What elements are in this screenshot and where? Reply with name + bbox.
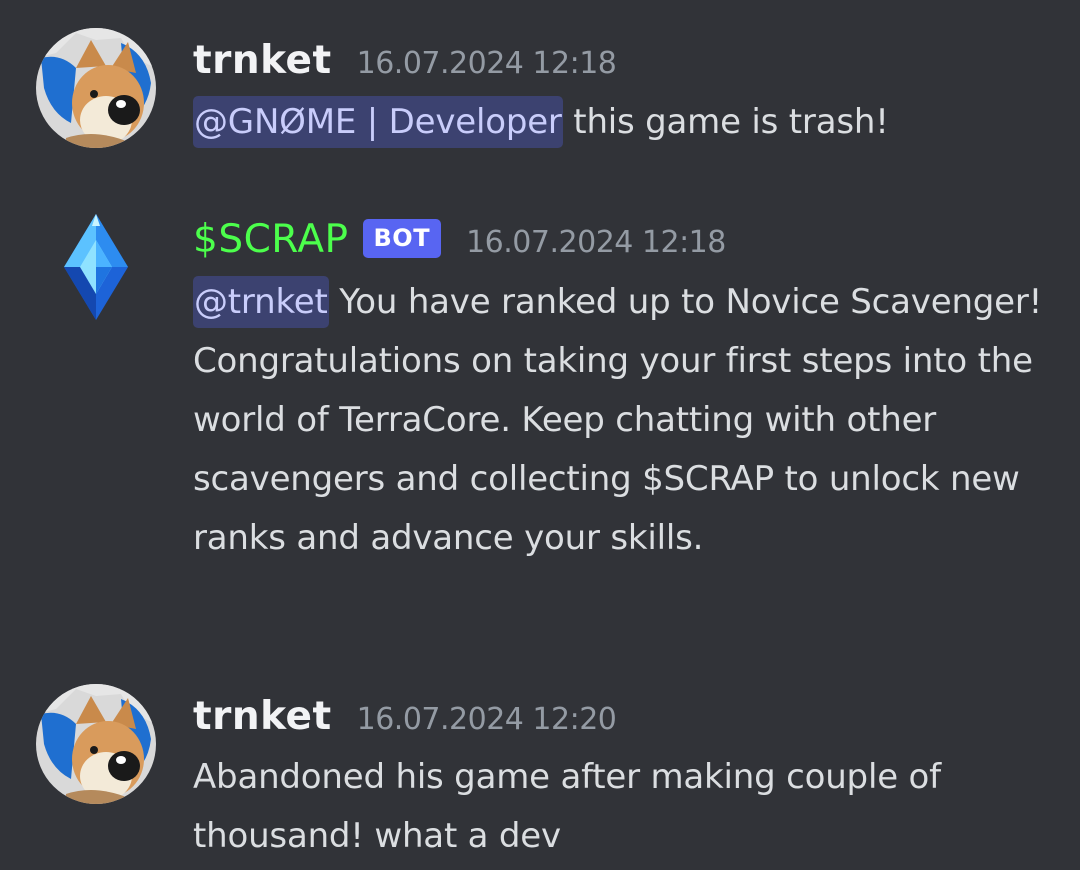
user-avatar[interactable]: [36, 684, 156, 804]
bot-username[interactable]: $SCRAP: [193, 217, 349, 262]
user-avatar[interactable]: [36, 28, 156, 148]
username[interactable]: trnket: [193, 694, 332, 739]
corgi-avatar-icon: [36, 684, 156, 804]
message-content: @GNØME | Developer this game is trash!: [193, 93, 1053, 152]
message-timestamp: 16.07.2024 12:18: [466, 225, 726, 260]
bot-badge: BOT: [362, 219, 442, 258]
username[interactable]: trnket: [193, 38, 332, 83]
user-mention[interactable]: @trnket: [193, 276, 329, 328]
message-text: Abandoned his game after making couple o…: [193, 757, 941, 856]
bot-avatar[interactable]: [56, 212, 136, 322]
message-content: @trnket You have ranked up to Novice Sca…: [193, 273, 1053, 568]
chat-message-list: trnket 16.07.2024 12:18 @GNØME | Develop…: [0, 0, 1080, 870]
message-timestamp: 16.07.2024 12:20: [356, 702, 617, 737]
user-mention[interactable]: @GNØME | Developer: [193, 96, 563, 148]
message-text: this game is trash!: [562, 102, 889, 142]
message-content: Abandoned his game after making couple o…: [193, 748, 1053, 866]
message-timestamp: 16.07.2024 12:18: [356, 46, 617, 81]
blue-crystal-icon: [64, 214, 128, 320]
corgi-avatar-icon: [36, 28, 156, 148]
